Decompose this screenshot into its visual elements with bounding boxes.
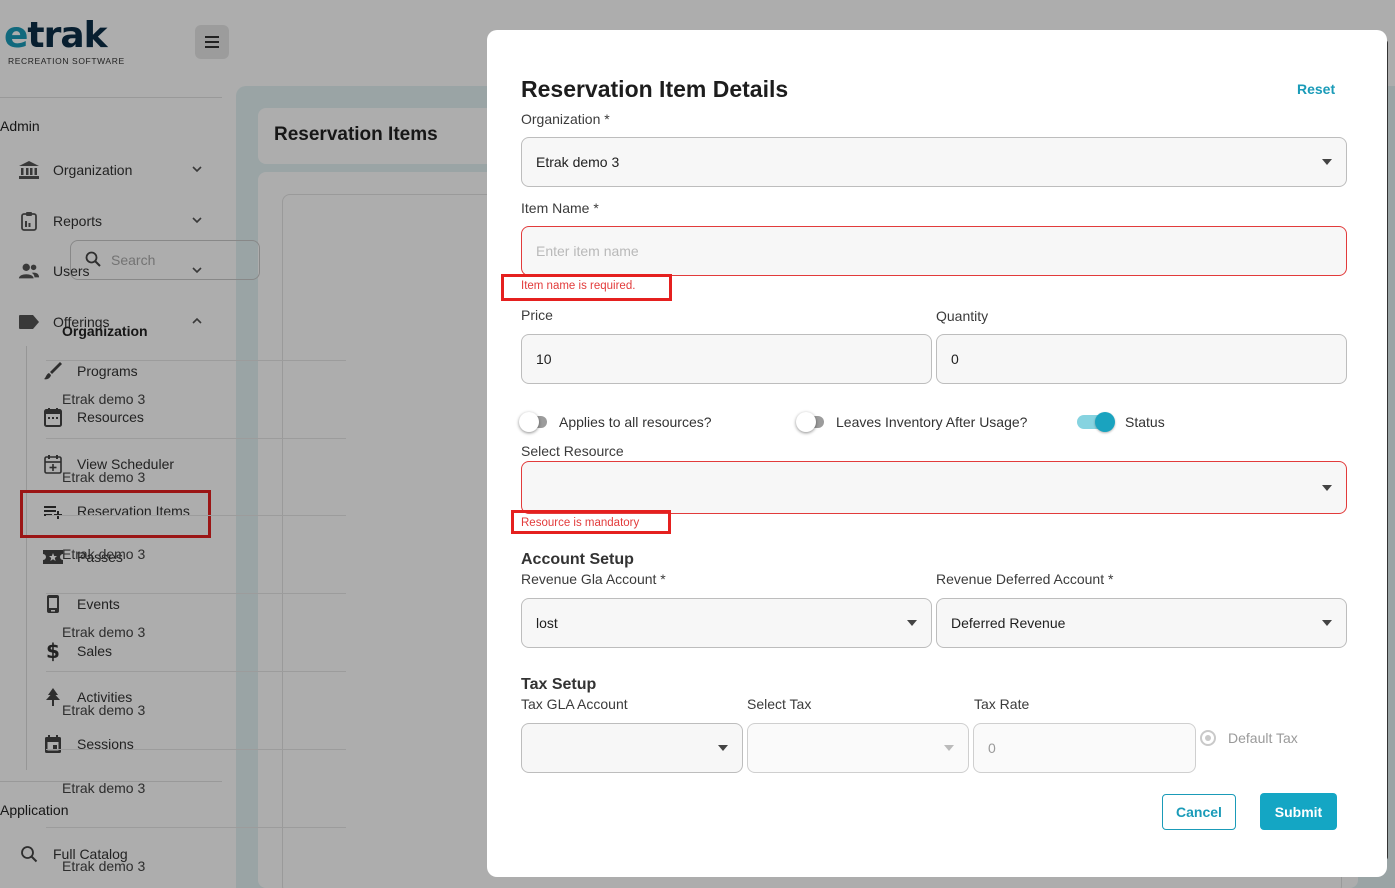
tax-setup-heading: Tax Setup <box>521 676 597 693</box>
revenue-deferred-label: Revenue Deferred Account * <box>936 571 1114 587</box>
quantity-label: Quantity <box>936 308 989 324</box>
dropdown-arrow-icon <box>1322 620 1332 626</box>
cancel-button[interactable]: Cancel <box>1162 794 1236 830</box>
organization-value: Etrak demo 3 <box>536 154 620 170</box>
select-tax-label: Select Tax <box>747 696 812 712</box>
toggle-label: Leaves Inventory After Usage? <box>836 414 1028 430</box>
tax-gla-select[interactable] <box>521 723 743 773</box>
toggle-track <box>1077 412 1115 432</box>
revenue-gla-label: Revenue Gla Account * <box>521 571 666 587</box>
select-tax-dropdown[interactable] <box>747 723 969 773</box>
tax-rate-label: Tax Rate <box>974 696 1030 712</box>
submit-button[interactable]: Submit <box>1260 793 1337 830</box>
toggle-knob <box>796 412 816 432</box>
toggle-knob <box>1095 412 1115 432</box>
organization-label: Organization * <box>521 111 610 127</box>
dropdown-arrow-icon <box>1322 485 1332 491</box>
select-resource-dropdown[interactable] <box>521 461 1347 514</box>
status-toggle[interactable]: Status <box>1075 412 1165 432</box>
price-value: 10 <box>536 351 552 367</box>
leaves-inventory-toggle[interactable]: Leaves Inventory After Usage? <box>796 412 1028 432</box>
organization-select[interactable]: Etrak demo 3 <box>521 137 1347 187</box>
revenue-deferred-select[interactable]: Deferred Revenue <box>936 598 1347 648</box>
revenue-gla-select[interactable]: lost <box>521 598 932 648</box>
toggle-label: Status <box>1125 414 1165 430</box>
revenue-gla-value: lost <box>536 615 558 631</box>
account-setup-heading: Account Setup <box>521 551 634 568</box>
quantity-input[interactable]: 0 <box>936 334 1347 384</box>
toggle-track <box>796 412 824 432</box>
toggle-label: Applies to all resources? <box>559 414 712 430</box>
price-input[interactable]: 10 <box>521 334 932 384</box>
tax-gla-label: Tax GLA Account <box>521 696 628 712</box>
dropdown-arrow-icon <box>718 745 728 751</box>
dropdown-arrow-icon <box>907 620 917 626</box>
price-label: Price <box>521 307 553 323</box>
toggle-knob <box>519 412 539 432</box>
tax-rate-value: 0 <box>988 740 996 756</box>
dropdown-arrow-icon <box>944 745 954 751</box>
default-tax-radio[interactable]: Default Tax <box>1200 730 1298 746</box>
revenue-deferred-value: Deferred Revenue <box>951 615 1066 631</box>
applies-to-all-toggle[interactable]: Applies to all resources? <box>519 412 712 432</box>
select-resource-label: Select Resource <box>521 443 624 459</box>
error-highlight-annotation <box>511 510 671 534</box>
item-name-label: Item Name * <box>521 200 599 216</box>
reset-button[interactable]: Reset <box>1297 81 1335 97</box>
radio-icon <box>1200 730 1216 746</box>
dialog-title: Reservation Item Details <box>521 76 789 102</box>
item-name-input[interactable]: Enter item name <box>521 226 1347 276</box>
reservation-item-dialog: Reservation Item Details Reset Organizat… <box>487 30 1387 877</box>
tax-rate-input[interactable]: 0 <box>973 723 1196 773</box>
toggle-track <box>519 412 547 432</box>
quantity-value: 0 <box>951 351 959 367</box>
item-name-placeholder: Enter item name <box>536 243 639 259</box>
dropdown-arrow-icon <box>1322 159 1332 165</box>
error-highlight-annotation <box>501 274 672 301</box>
radio-label: Default Tax <box>1228 730 1298 746</box>
